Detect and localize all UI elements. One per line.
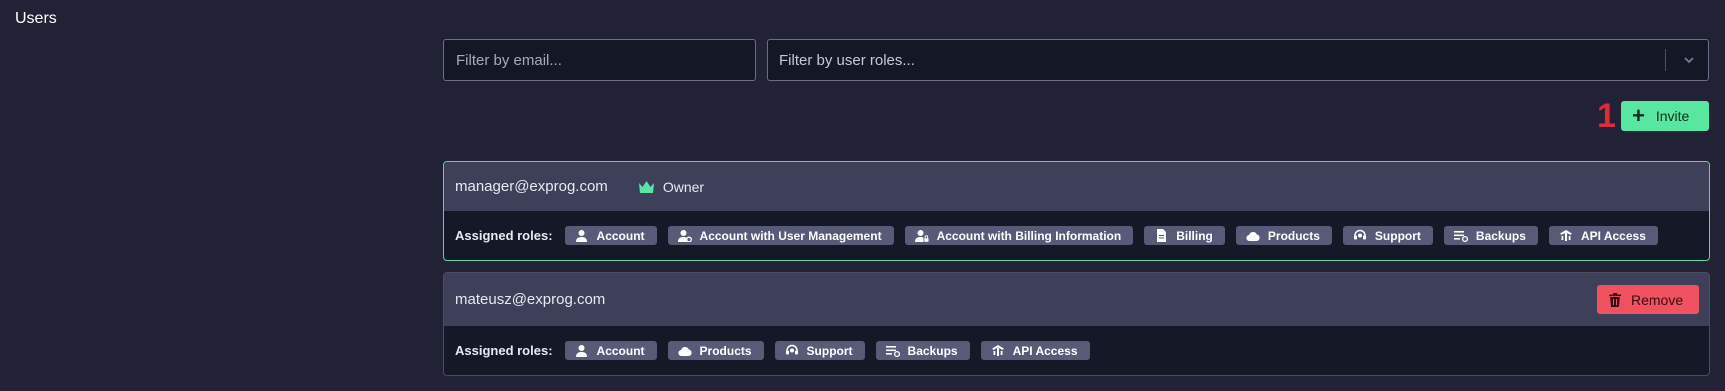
role-chip-label: Products [699, 343, 752, 358]
user-email: manager@exprog.com [455, 178, 608, 195]
role-chip: Products [667, 341, 764, 360]
trash-icon [1609, 292, 1631, 307]
backup-list-icon [885, 344, 900, 358]
user-lock-icon [914, 229, 929, 243]
role-chip: Account [564, 226, 657, 245]
remove-button-label: Remove [1631, 291, 1684, 308]
cloud-icon [677, 344, 692, 358]
user-icon [575, 344, 589, 358]
role-chip-label: Account [596, 343, 645, 358]
role-chip: Products [1235, 226, 1332, 245]
select-separator [1665, 49, 1666, 71]
role-chip: Account [564, 341, 657, 360]
roles-filter-placeholder: Filter by user roles... [779, 51, 915, 69]
role-chip-label: Billing [1176, 228, 1213, 243]
role-chip: Billing [1144, 226, 1225, 245]
owner-badge: Owner [638, 179, 704, 195]
role-chip: Support [774, 341, 865, 360]
role-chip: Account with Billing Information [904, 226, 1134, 245]
role-chip: Backups [1443, 226, 1538, 245]
document-icon [1154, 229, 1168, 243]
role-chip-label: Support [1374, 228, 1421, 243]
backup-list-icon [1453, 229, 1468, 243]
role-chip-label: Support [806, 343, 853, 358]
remove-user-button[interactable]: Remove [1597, 285, 1699, 314]
role-chip: Support [1342, 226, 1433, 245]
chevron-down-icon[interactable] [1674, 53, 1704, 67]
role-chip-label: API Access [1012, 343, 1078, 358]
api-icon [1559, 229, 1573, 243]
cloud-icon [1246, 229, 1260, 243]
page-title: Users [15, 10, 57, 27]
user-email: mateusz@exprog.com [455, 291, 606, 308]
user-card-roles: Assigned roles: Account Products Support… [444, 326, 1709, 375]
email-filter-input[interactable] [443, 39, 756, 81]
role-chip: API Access [980, 341, 1090, 360]
filters-bar: Filter by user roles... [443, 39, 1709, 81]
user-card: mateusz@exprog.com Remove Assigned roles… [443, 272, 1710, 376]
plus-icon: + [1632, 103, 1645, 128]
headset-icon [1353, 229, 1367, 243]
role-chip: Backups [875, 341, 970, 360]
role-chip-label: Account [596, 228, 645, 243]
role-chip-label: Account with User Management [699, 228, 882, 243]
user-card-header: mateusz@exprog.com Remove [444, 273, 1709, 326]
invite-button-label: Invite [1655, 108, 1690, 124]
user-icon [575, 229, 589, 243]
role-chip: API Access [1548, 226, 1658, 245]
headset-icon [785, 344, 799, 358]
roles-filter-select[interactable]: Filter by user roles... [767, 39, 1709, 81]
role-chip-label: Products [1267, 228, 1320, 243]
role-chip-label: API Access [1580, 228, 1646, 243]
assigned-roles-label: Assigned roles: [455, 343, 553, 358]
invite-button[interactable]: + Invite [1621, 101, 1709, 131]
assigned-roles-label: Assigned roles: [455, 228, 553, 243]
role-chip-label: Backups [1475, 228, 1526, 243]
role-chip-label: Account with Billing Information [936, 228, 1122, 243]
user-card-roles: Assigned roles: Account Account with Use… [444, 211, 1709, 260]
user-card-header: manager@exprog.com Owner [444, 162, 1709, 211]
owner-badge-label: Owner [662, 178, 705, 195]
user-card: manager@exprog.com Owner Assigned roles:… [443, 161, 1710, 261]
user-gear-icon [677, 229, 692, 243]
role-chip-label: Backups [907, 343, 958, 358]
role-chip: Account with User Management [667, 226, 894, 245]
annotation-marker: 1 [1597, 97, 1616, 135]
crown-icon [638, 180, 663, 194]
api-icon [991, 344, 1005, 358]
